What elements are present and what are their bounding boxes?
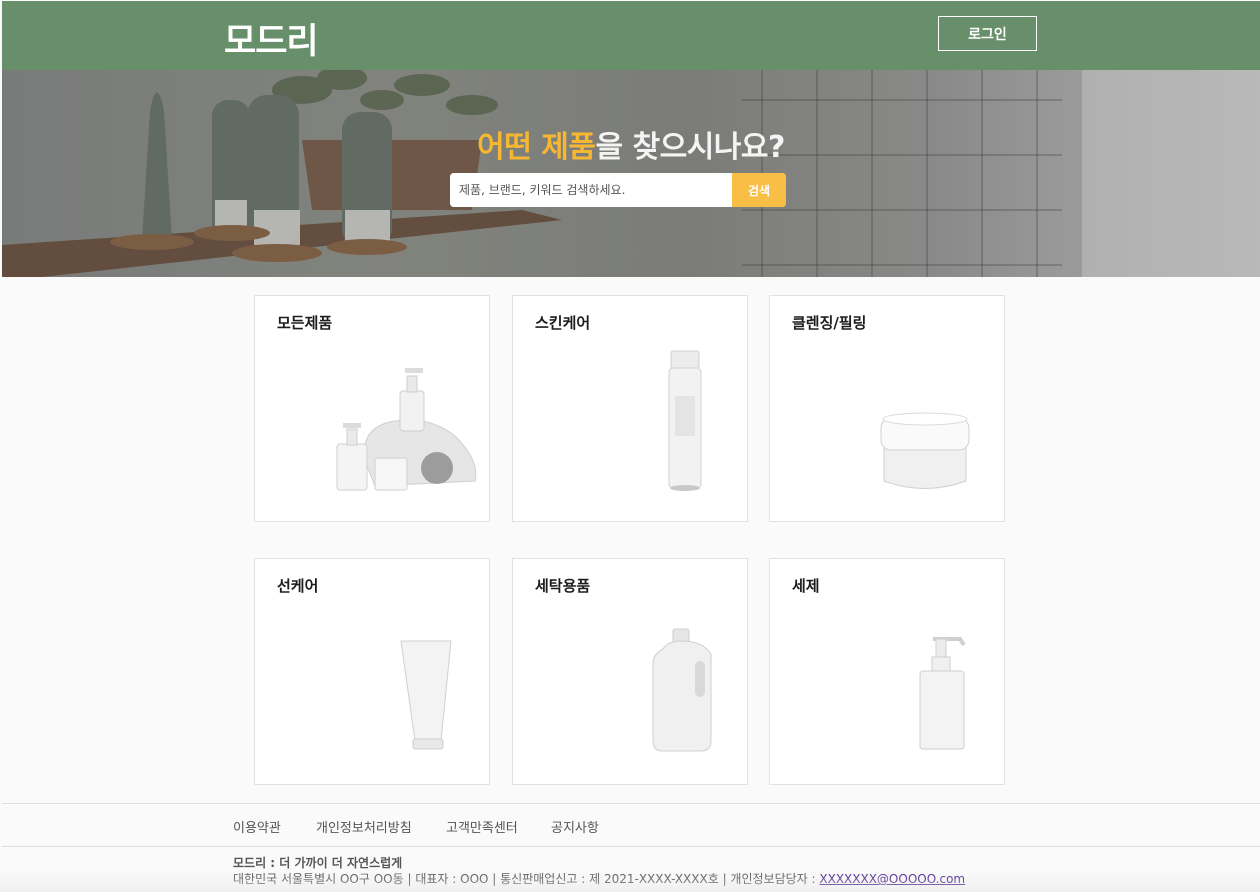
category-card-detergent[interactable]: 세제 [769,558,1005,785]
tube-image [400,640,452,750]
footer-company-info: 대한민국 서울특별시 OO구 OO동 | 대표자 : OOO | 통신판매업신고… [233,871,965,887]
hero-title: 어떤 제품을 찾으시나요? [2,122,1260,166]
detergent-jug-image [652,628,712,752]
footer-info: 모드리 : 더 가까이 더 자연스럽게 대한민국 서울특별시 OO구 OO동 |… [233,855,965,887]
hero-title-accent: 어떤 제품 [477,130,596,165]
footer-link-privacy[interactable]: 개인정보처리방침 [316,817,412,836]
product-set-image [336,368,477,491]
footer-info-text: 대한민국 서울특별시 OO구 OO동 | 대표자 : OOO | 통신판매업신고… [233,872,820,886]
category-card-skincare[interactable]: 스킨케어 [512,295,748,522]
footer-email-link[interactable]: XXXXXXX@OOOOO.com [819,872,965,886]
search-button[interactable]: 검색 [732,173,786,207]
footer-nav: 이용약관 개인정보처리방침 고객만족센터 공지사항 [2,803,1260,847]
pump-bottle-image [668,350,702,491]
login-button[interactable]: 로그인 [938,16,1037,51]
footer-link-terms[interactable]: 이용약관 [233,817,281,836]
search-bar: 검색 [450,173,786,207]
cream-jar-image [880,412,970,489]
site-logo[interactable]: 모드리 [224,13,319,64]
category-card-all-products[interactable]: 모든제품 [254,295,490,522]
hero-banner: 어떤 제품을 찾으시나요? 검색 [2,70,1260,277]
soap-dispenser-image [919,637,966,750]
search-input[interactable] [450,173,732,207]
category-card-cleansing[interactable]: 클렌징/필링 [769,295,1005,522]
footer-link-notices[interactable]: 공지사항 [551,817,599,836]
site-header: 모드리 로그인 [2,1,1260,70]
footer-link-customer-center[interactable]: 고객만족센터 [446,817,518,836]
hero-title-rest: 을 찾으시나요? [595,130,785,165]
category-card-laundry[interactable]: 세탁용품 [512,558,748,785]
footer-brand-line: 모드리 : 더 가까이 더 자연스럽게 [233,856,403,870]
category-card-suncare[interactable]: 선케어 [254,558,490,785]
